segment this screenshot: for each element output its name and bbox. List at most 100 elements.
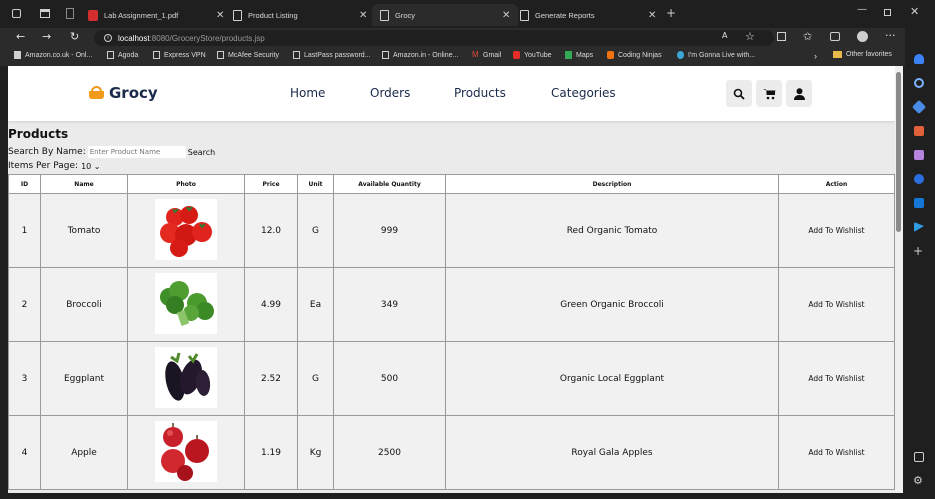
split-screen-icon[interactable] [777, 32, 786, 41]
bookmark-label: Amazon.co.uk - Onl... [25, 51, 93, 59]
favorites-icon[interactable]: ✩ [803, 30, 812, 43]
maximize-icon[interactable] [884, 9, 891, 16]
close-icon[interactable]: ✕ [216, 10, 224, 21]
bookmark-youtube[interactable]: YouTube [513, 51, 552, 59]
page-icon [520, 9, 529, 21]
header-id: ID [8, 174, 41, 194]
tab-product-listing[interactable]: Product Listing ✕ [233, 4, 377, 26]
bookmark-gmail[interactable]: M Gmail [472, 51, 501, 59]
add-sidebar-icon[interactable]: + [913, 244, 923, 258]
cell-price: 1.19 [244, 415, 298, 490]
header-description: Description [445, 174, 779, 194]
games-icon[interactable] [914, 174, 924, 184]
tab-lab-assignment[interactable]: Lab Assignment_1.pdf ✕ [88, 4, 233, 26]
forward-arrow-icon[interactable]: → [42, 30, 51, 43]
search-submit-button[interactable]: Search [188, 148, 215, 157]
close-icon[interactable]: ✕ [359, 10, 367, 21]
add-to-wishlist-button[interactable]: Add To Wishlist [778, 267, 895, 342]
page-icon [153, 51, 160, 59]
more-menu-icon[interactable]: ··· [885, 29, 896, 42]
refresh-icon[interactable]: ↻ [70, 30, 79, 43]
bookmark-other-favorites[interactable]: Other favorites [833, 51, 892, 58]
address-field[interactable]: i localhost:8080/GroceryStore/products.j… [94, 30, 774, 46]
bookmark-maps[interactable]: Maps [565, 51, 593, 59]
search-button[interactable] [726, 80, 752, 107]
page-icon [233, 9, 242, 21]
amazon-icon [14, 51, 21, 59]
minimize-icon[interactable]: — [857, 4, 867, 15]
tab-generate-reports[interactable]: Generate Reports ✕ [520, 4, 665, 26]
bookmark-lastpass[interactable]: LastPass password... [293, 51, 371, 59]
bookmarks-overflow-chevron-icon[interactable]: › [814, 51, 817, 61]
site-logo[interactable]: Grocy [88, 84, 158, 102]
tab-grocy[interactable]: Grocy ✕ [372, 4, 518, 26]
outlook-icon[interactable] [914, 198, 924, 208]
search-icon [733, 88, 745, 100]
nav-home[interactable]: Home [290, 86, 325, 100]
items-per-page-select[interactable]: 10 ⌄ [81, 162, 100, 171]
close-icon[interactable]: ✕ [502, 10, 510, 21]
scrollbar-thumb[interactable] [896, 72, 901, 232]
tab-title: Lab Assignment_1.pdf [104, 10, 179, 20]
workspaces-icon[interactable] [12, 9, 21, 18]
broccoli-image [155, 272, 217, 334]
settings-gear-icon[interactable]: ⚙ [913, 474, 923, 487]
eggplant-image [155, 346, 217, 408]
send-icon[interactable] [914, 222, 924, 232]
bookmark-label: Other favorites [846, 51, 892, 58]
account-button[interactable] [786, 80, 812, 107]
tools-icon[interactable] [914, 126, 924, 136]
new-tab-icon[interactable]: + [666, 6, 676, 20]
cart-button[interactable] [756, 80, 782, 107]
header-price: Price [244, 174, 298, 194]
maps-icon [565, 51, 572, 59]
cell-id: 4 [8, 415, 41, 490]
header-unit: Unit [297, 174, 334, 194]
bookmark-express-vpn[interactable]: Express VPN [153, 51, 206, 59]
bookmark-mcafee[interactable]: McAfee Security [217, 51, 279, 59]
cell-name: Apple [40, 415, 128, 490]
people-icon[interactable] [914, 150, 924, 160]
table-row: 3 Eggplant 2.52 G 500 Organic Local Eggp… [8, 341, 895, 416]
bookmark-label: YouTube [524, 51, 552, 59]
notification-bell-icon[interactable] [914, 54, 924, 64]
cell-name: Broccoli [40, 267, 128, 342]
bookmark-agoda[interactable]: Agoda [107, 51, 138, 59]
bookmark-amazon-in[interactable]: Amazon.in - Online... [382, 51, 458, 59]
bookmarks-bar: Amazon.co.uk - Onl... Agoda Express VPN … [0, 48, 935, 66]
cell-quantity: 500 [333, 341, 446, 416]
page-scrollbar[interactable] [895, 66, 903, 493]
cell-quantity: 999 [333, 193, 446, 268]
bookmark-label: McAfee Security [228, 51, 279, 59]
bookmark-label: LastPass password... [304, 51, 371, 59]
nav-categories[interactable]: Categories [551, 86, 616, 100]
profile-avatar[interactable] [857, 31, 868, 42]
tab-title: Generate Reports [535, 10, 595, 20]
info-icon[interactable]: i [104, 34, 112, 42]
page-viewport: Grocy Home Orders Products Categories Pr… [8, 66, 895, 493]
table-row: 1 Tomato 12.0 G 999 Red Organic Tomato A… [8, 193, 895, 268]
tag-icon[interactable] [911, 99, 927, 115]
search-input[interactable] [87, 146, 186, 158]
favorite-star-icon[interactable]: ☆ [745, 30, 755, 43]
hide-sidebar-icon[interactable] [914, 452, 924, 462]
add-to-wishlist-button[interactable]: Add To Wishlist [778, 415, 895, 490]
search-icon[interactable] [914, 78, 924, 88]
nav-orders[interactable]: Orders [370, 86, 410, 100]
nav-products[interactable]: Products [454, 86, 506, 100]
read-aloud-icon[interactable]: A [722, 31, 727, 40]
cell-unit: G [297, 341, 334, 416]
window-close-icon[interactable]: ✕ [910, 5, 919, 18]
items-per-page: Items Per Page: 10 ⌄ [8, 161, 101, 171]
collections-icon[interactable] [830, 32, 840, 41]
bookmark-gonna-live[interactable]: I'm Gonna Live with... [677, 51, 755, 59]
add-to-wishlist-button[interactable]: Add To Wishlist [778, 341, 895, 416]
gmail-icon: M [472, 50, 479, 59]
bookmark-coding-ninjas[interactable]: Coding Ninjas [607, 51, 662, 59]
tab-actions-icon[interactable] [40, 9, 50, 18]
add-to-wishlist-button[interactable]: Add To Wishlist [778, 193, 895, 268]
close-icon[interactable]: ✕ [648, 10, 656, 21]
products-table: ID Name Photo Price Unit Available Quant… [8, 174, 895, 490]
back-arrow-icon[interactable]: ← [16, 30, 25, 43]
bookmark-amazon-uk[interactable]: Amazon.co.uk - Onl... [14, 51, 92, 59]
